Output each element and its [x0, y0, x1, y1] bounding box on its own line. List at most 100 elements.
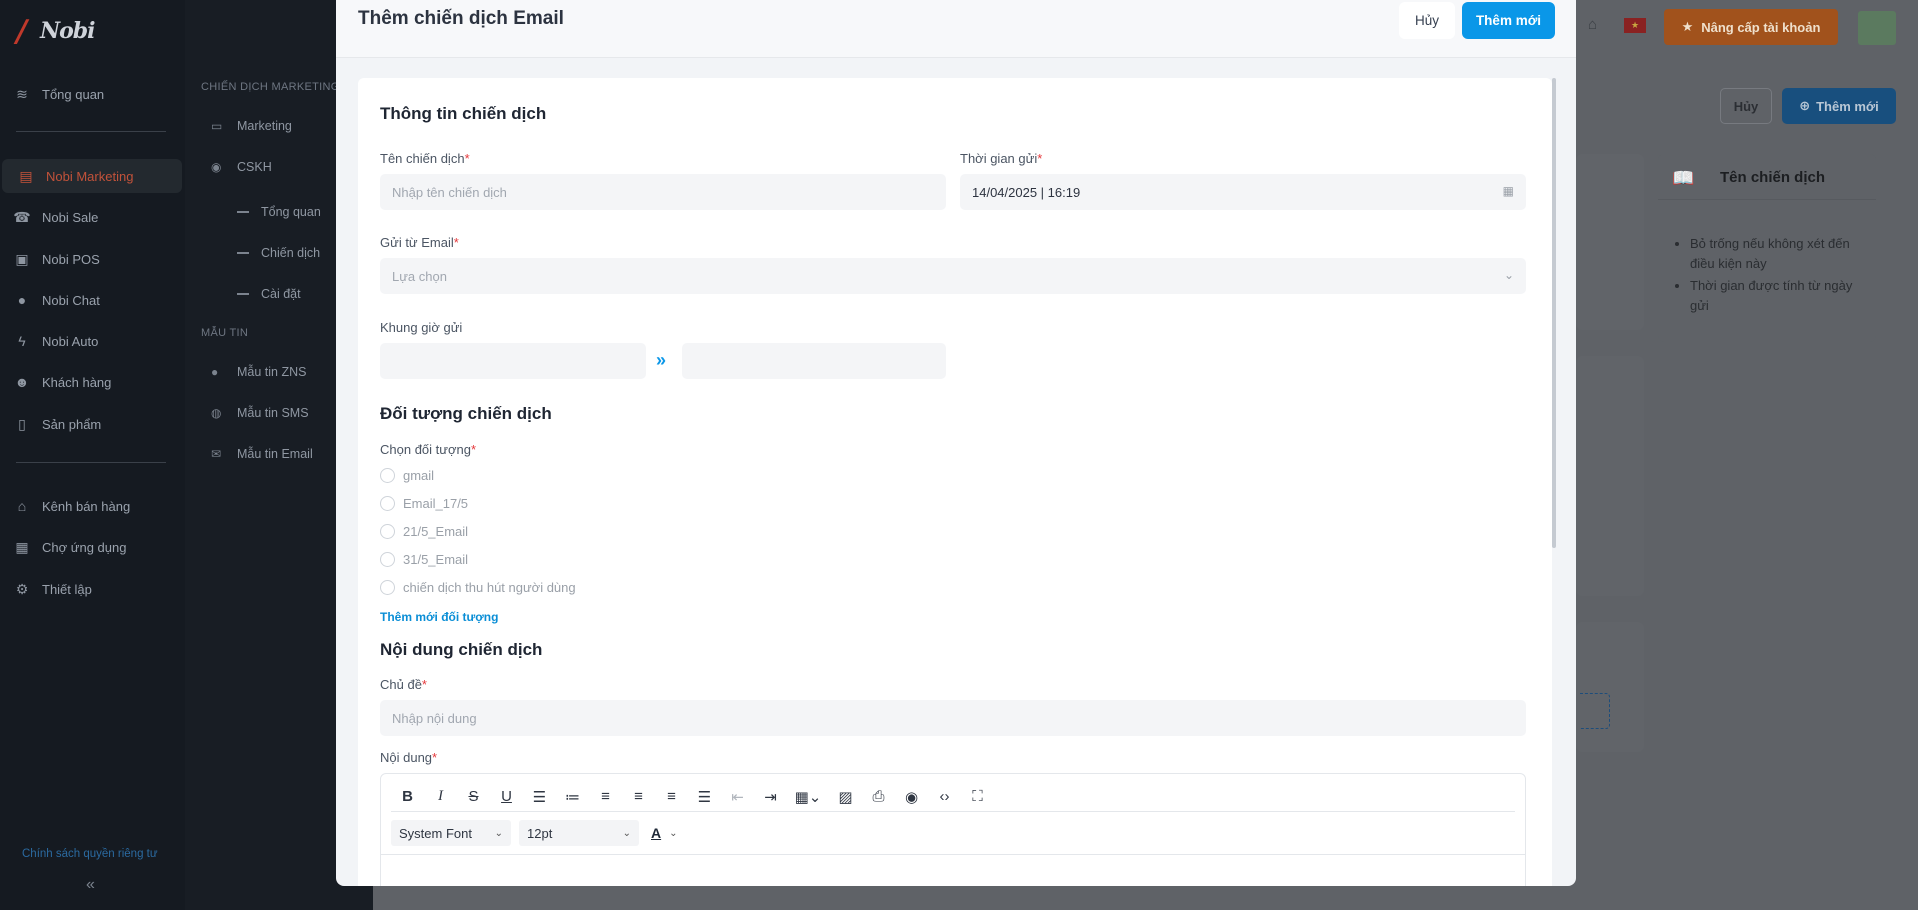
campaign-form: Thông tin chiến dịch Tên chiến dịch* Nhậ…	[358, 78, 1552, 886]
phone-icon: ☎	[13, 208, 31, 225]
modal-scrollbar[interactable]	[1552, 78, 1556, 548]
preview-eye-icon[interactable]: ◉	[895, 784, 928, 810]
radio-button[interactable]	[380, 551, 395, 567]
audience-radio-21-5-email[interactable]: 21/5_Email	[380, 521, 468, 541]
star-icon: ★	[1681, 19, 1694, 34]
vietnam-flag-icon[interactable]: ★	[1624, 18, 1646, 33]
image-icon[interactable]: ▨	[829, 784, 862, 810]
text-color-picker[interactable]: A ⌄	[651, 825, 678, 841]
subnav-child-settings[interactable]: Cài đặt	[237, 283, 301, 305]
subnav-item-sms-template[interactable]: ◍ Mẫu tin SMS	[211, 401, 309, 425]
layers-icon: ≋	[16, 85, 28, 102]
subnav-item-email-template[interactable]: ✉ Mẫu tin Email	[211, 442, 313, 466]
code-icon[interactable]: ‹›	[928, 784, 961, 810]
audience-radio-engagement-campaign[interactable]: chiến dịch thu hút người dùng	[380, 577, 576, 597]
sidebar-item-products[interactable]: ▯ Sản phẩm	[14, 407, 180, 441]
bold-icon[interactable]: B	[391, 784, 424, 810]
avatar[interactable]	[1858, 11, 1896, 45]
cskh-icon: ◉	[211, 160, 222, 174]
collapse-sidebar-icon[interactable]: «	[86, 876, 95, 894]
align-center-icon[interactable]: ≡	[622, 784, 655, 810]
add-button[interactable]: Thêm mới	[1462, 2, 1555, 39]
store-icon[interactable]: ⌂	[1588, 16, 1597, 33]
font-family-select[interactable]: System Font ⌄	[391, 820, 511, 846]
rich-text-editor: B I S U ☰ ≔ ≡ ≡ ≡ ☰ ⇤ ⇥ ▦⌄ ▨ ⎙ ◉ ‹› ⛶ Sy…	[380, 773, 1526, 886]
align-justify-icon[interactable]: ☰	[688, 784, 721, 810]
section-title-content: Nội dung chiến dịch	[380, 640, 543, 659]
store-icon: ⌂	[17, 498, 27, 514]
page-add-button[interactable]: ⊕ Thêm mới	[1782, 88, 1896, 124]
campaign-name-input[interactable]: Nhập tên chiến dịch	[380, 174, 946, 210]
audience-radio-gmail[interactable]: gmail	[380, 465, 434, 485]
align-right-icon[interactable]: ≡	[655, 784, 688, 810]
chat-icon: ●	[17, 292, 27, 308]
subnav-item-marketing[interactable]: ▭ Marketing	[211, 114, 292, 138]
sidebar-item-nobi-marketing[interactable]: ▤ Nobi Marketing	[2, 159, 182, 193]
italic-icon[interactable]: I	[424, 784, 457, 810]
sidebar-item-sales-channels[interactable]: ⌂ Kênh bán hàng	[14, 489, 180, 523]
text-color-icon: A	[651, 825, 662, 841]
subnav-child-overview[interactable]: Tổng quan	[237, 201, 321, 223]
editor-body[interactable]	[381, 854, 1525, 855]
from-email-select[interactable]: Lựa chọn ⌄	[380, 258, 1526, 294]
send-time-input[interactable]: 14/04/2025 | 16:19 ▦	[960, 174, 1526, 210]
indent-icon[interactable]: ⇥	[754, 784, 787, 810]
sidebar-item-nobi-auto[interactable]: ϟ Nobi Auto	[14, 324, 180, 358]
table-icon[interactable]: ▦⌄	[787, 784, 829, 810]
sidebar-item-settings[interactable]: ⚙ Thiết lập	[14, 572, 180, 606]
help-card-title: Tên chiến dịch	[1720, 169, 1826, 186]
sidebar-item-nobi-sale[interactable]: ☎ Nobi Sale	[13, 200, 180, 234]
cash-icon: ▣	[15, 250, 29, 267]
editor-toolbar: B I S U ☰ ≔ ≡ ≡ ≡ ☰ ⇤ ⇥ ▦⌄ ▨ ⎙ ◉ ‹› ⛶	[391, 782, 1515, 812]
background-card	[1576, 356, 1644, 596]
font-size-select[interactable]: 12pt ⌄	[519, 820, 639, 846]
sidebar-item-app-market[interactable]: ▦ Chợ ứng dụng	[14, 530, 180, 564]
send-window-end-input[interactable]	[682, 343, 946, 379]
apps-icon: ▦	[15, 538, 29, 555]
audience-radio-email-17-5[interactable]: Email_17/5	[380, 493, 468, 513]
sidebar-item-overview[interactable]: ≋ Tổng quan	[14, 77, 180, 111]
print-icon[interactable]: ⎙	[862, 784, 895, 810]
content-label: Nội dung*	[380, 750, 438, 765]
chevron-down-icon: ⌄	[1503, 268, 1514, 282]
numbered-list-icon[interactable]: ≔	[556, 784, 589, 810]
fullscreen-icon[interactable]: ⛶	[961, 784, 994, 810]
subject-label: Chủ đề*	[380, 677, 427, 692]
sidebar-item-customers[interactable]: ☻ Khách hàng	[14, 365, 180, 399]
subject-input[interactable]: Nhập nội dung	[380, 700, 1526, 736]
subnav-item-zns-template[interactable]: ● Mẫu tin ZNS	[211, 360, 306, 384]
page-cancel-button[interactable]: Hủy	[1720, 88, 1772, 124]
radio-button[interactable]	[380, 523, 395, 539]
cancel-button[interactable]: Hủy	[1399, 2, 1455, 39]
gear-icon: ⚙	[15, 580, 29, 597]
add-audience-link[interactable]: Thêm mới đối tượng	[380, 610, 498, 624]
sidebar-item-nobi-pos[interactable]: ▣ Nobi POS	[14, 242, 180, 276]
radio-button[interactable]	[380, 579, 395, 595]
upgrade-account-button[interactable]: ★ Nâng cấp tài khoản	[1664, 9, 1838, 45]
nobi-logo[interactable]: / Nobi	[12, 10, 96, 49]
campaign-name-label: Tên chiến dịch*	[380, 151, 470, 166]
align-left-icon[interactable]: ≡	[589, 784, 622, 810]
envelope-icon: ✉	[211, 447, 222, 461]
send-window-start-input[interactable]	[380, 343, 646, 379]
radio-button[interactable]	[380, 467, 395, 483]
sidebar-item-nobi-chat[interactable]: ● Nobi Chat	[14, 283, 180, 317]
subnav-child-campaigns[interactable]: Chiến dịch	[237, 242, 320, 264]
subnav-item-cskh[interactable]: ◉ CSKH	[211, 155, 272, 179]
book-icon: 📖	[1672, 168, 1695, 188]
outdent-icon[interactable]: ⇤	[721, 784, 754, 810]
underline-icon[interactable]: U	[490, 784, 523, 810]
radio-button[interactable]	[380, 495, 395, 511]
help-item: Thời gian được tính từ ngày gửi	[1690, 276, 1870, 316]
sidebar-divider	[16, 462, 166, 463]
subnav-heading-templates: MẪU TIN	[201, 327, 249, 339]
upload-dropzone[interactable]	[1580, 693, 1610, 729]
bullet-list-icon[interactable]: ☰	[523, 784, 556, 810]
privacy-link[interactable]: Chính sách quyền riêng tư	[22, 848, 158, 860]
help-list: Bỏ trống nếu không xét đến điều kiện này…	[1690, 234, 1870, 318]
audience-radio-31-5-email[interactable]: 31/5_Email	[380, 549, 468, 569]
strikethrough-icon[interactable]: S	[457, 784, 490, 810]
chevron-down-icon: ⌄	[622, 827, 631, 839]
chevron-down-icon: ⌄	[669, 827, 678, 839]
chevron-down-icon: ⌄	[494, 827, 503, 839]
